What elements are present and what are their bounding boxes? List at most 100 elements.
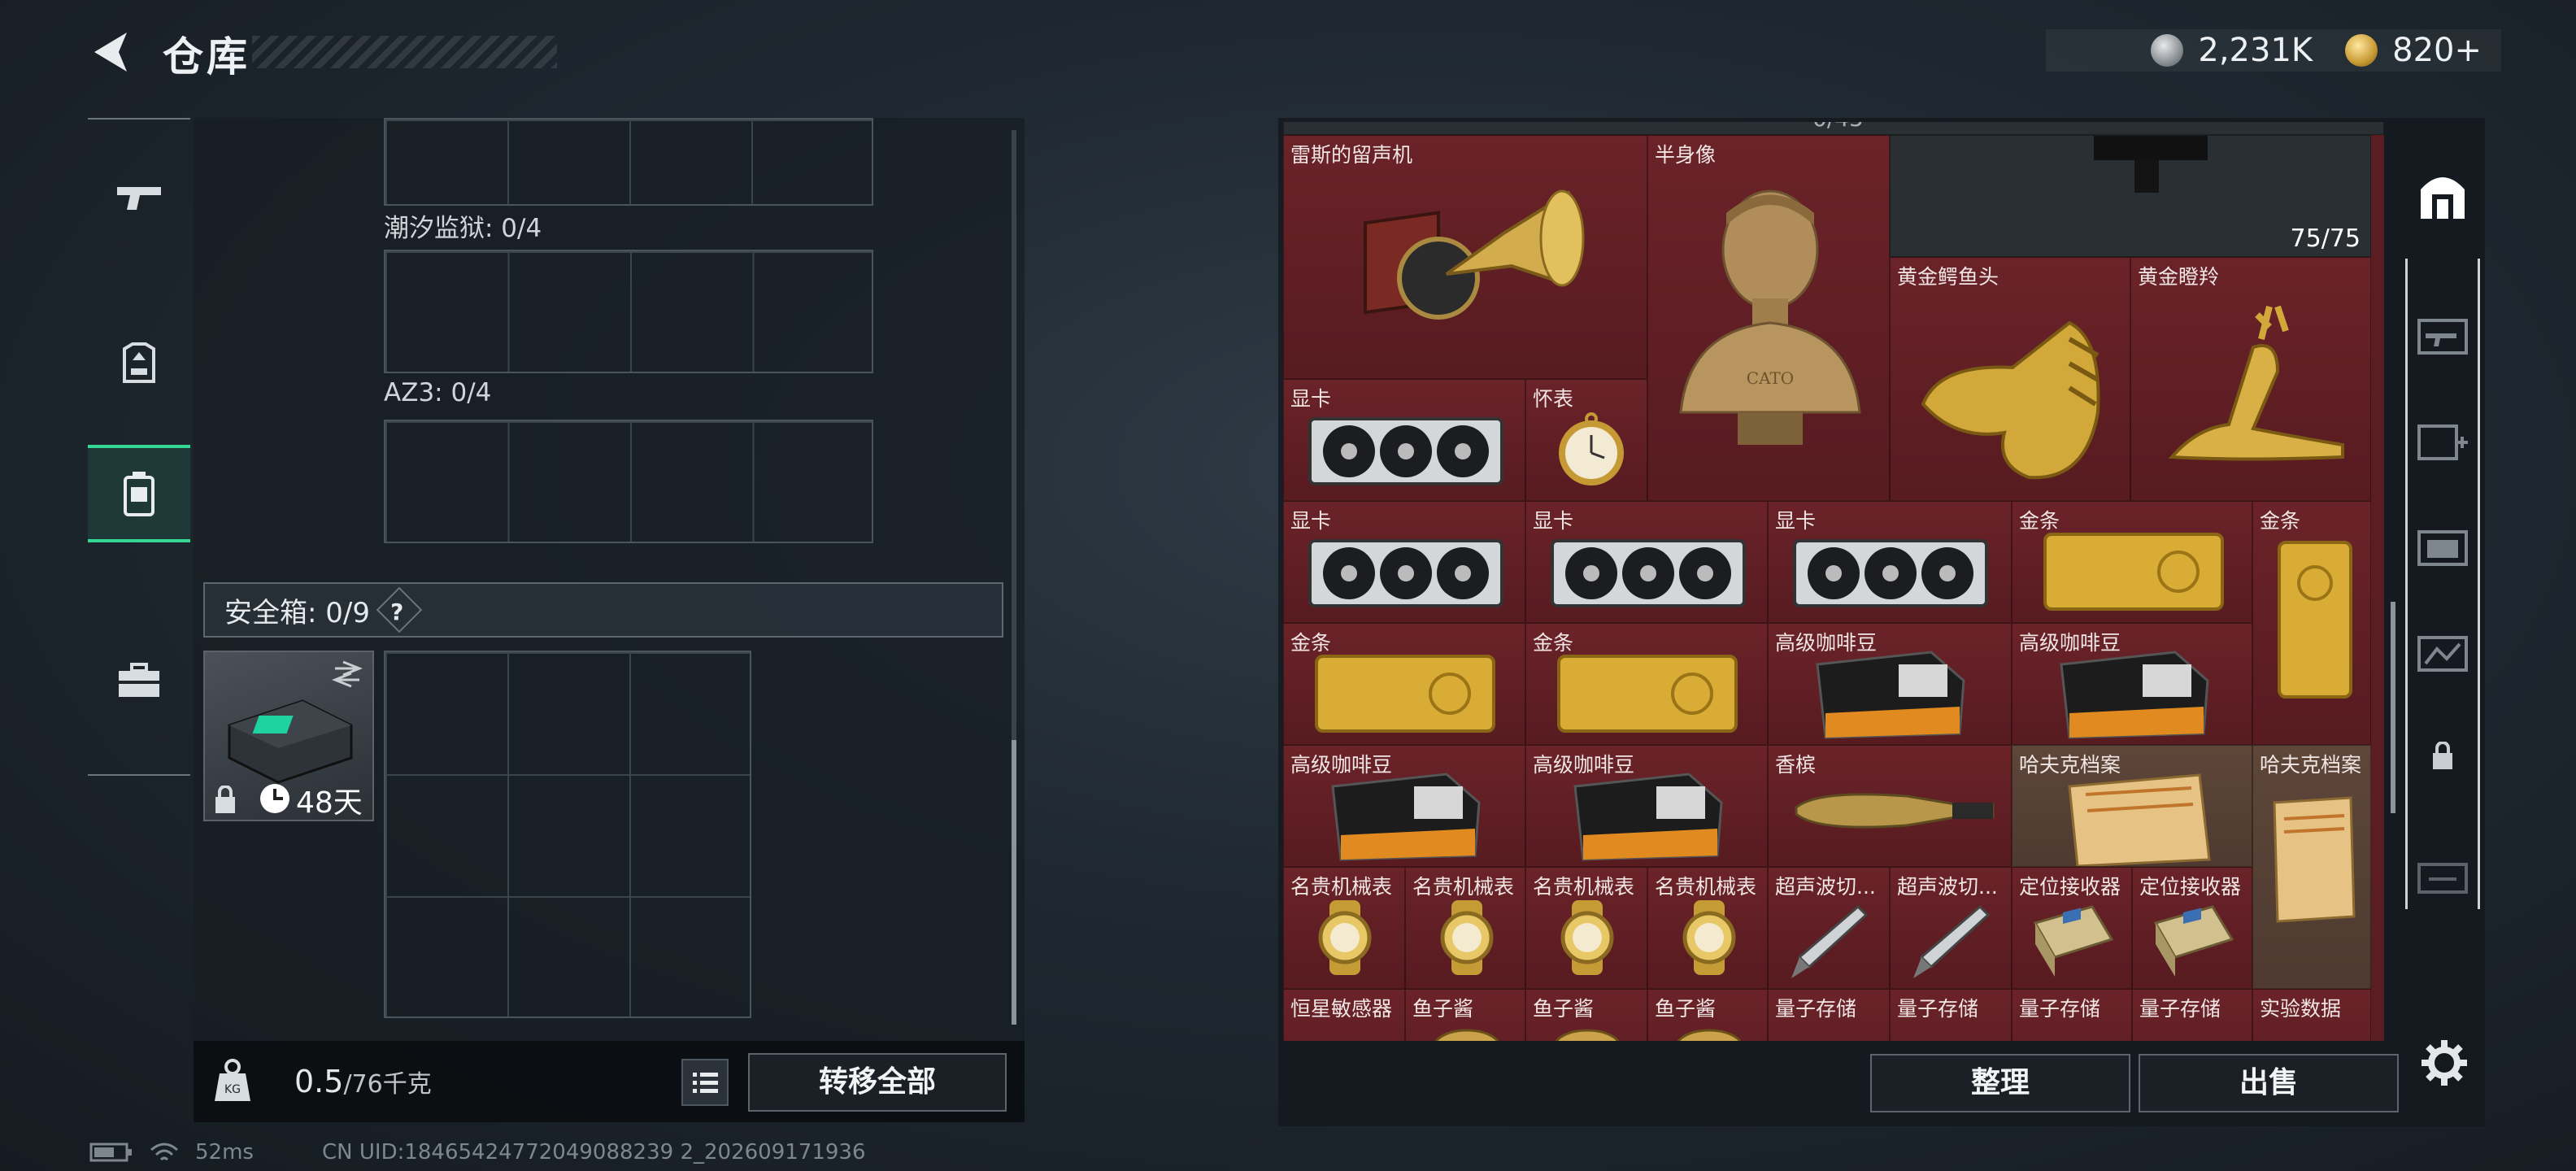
item-cell[interactable]: 高级咖啡豆 bbox=[1283, 745, 1525, 867]
item-cell[interactable]: 显卡 bbox=[1525, 501, 1768, 623]
briefcase-icon bbox=[119, 663, 159, 697]
item-cell[interactable]: 显卡 bbox=[1283, 379, 1525, 501]
weapon-cell[interactable]: 75/75 bbox=[1890, 135, 2371, 257]
gpu-icon bbox=[1551, 539, 1746, 607]
lock-icon bbox=[2433, 742, 2452, 769]
item-cell[interactable]: 半身像 CATO bbox=[1647, 135, 1890, 501]
battery-icon bbox=[89, 1143, 132, 1162]
item-cell[interactable]: 高级咖啡豆 bbox=[1768, 623, 2012, 745]
tab-folders[interactable] bbox=[2405, 492, 2480, 598]
item-name: 量子存储 bbox=[1897, 997, 1979, 1021]
gpu-icon bbox=[1308, 417, 1503, 485]
folder-icon bbox=[2273, 796, 2356, 923]
item-name: 量子存储 bbox=[1775, 997, 1857, 1021]
item-cell[interactable]: 名贵机械表 bbox=[1283, 867, 1405, 989]
grid-tidal-prison[interactable] bbox=[384, 250, 873, 373]
storage-top-row: 0/45 bbox=[1283, 122, 2384, 135]
item-cell[interactable]: 量子存储 bbox=[1768, 989, 1890, 1041]
item-cell[interactable]: 金条 bbox=[2252, 501, 2371, 745]
gold-bar-icon bbox=[2278, 541, 2352, 699]
item-cell[interactable]: 名贵机械表 bbox=[1525, 867, 1647, 989]
transfer-all-button[interactable]: 转移全部 bbox=[748, 1053, 1007, 1112]
list-view-button[interactable] bbox=[681, 1059, 729, 1106]
item-cell[interactable]: 怀表 bbox=[1525, 379, 1647, 501]
item-name: 显卡 bbox=[1775, 509, 1817, 533]
item-cell[interactable]: 恒星敏感器 bbox=[1283, 989, 1405, 1041]
watch-icon bbox=[1560, 900, 1614, 975]
item-cell[interactable]: 名贵机械表 bbox=[1405, 867, 1525, 989]
item-cell[interactable]: 量子存储 bbox=[1890, 989, 2012, 1041]
item-cell[interactable]: 显卡 bbox=[1768, 501, 2012, 623]
grid-az3[interactable] bbox=[384, 420, 873, 543]
item-name: 鱼子酱 bbox=[1533, 997, 1595, 1021]
item-cell[interactable]: 鱼子酱 bbox=[1525, 989, 1647, 1041]
item-cell[interactable]: 雷斯的留声机 bbox=[1283, 135, 1647, 379]
backpack-icon bbox=[124, 472, 154, 516]
item-cell[interactable]: 哈夫克档案 bbox=[2012, 745, 2252, 867]
gear-icon[interactable] bbox=[2418, 1037, 2470, 1089]
item-name: 名贵机械表 bbox=[1533, 875, 1635, 899]
item-cell[interactable]: 名贵机械表 bbox=[1647, 867, 1768, 989]
item-name: 恒星敏感器 bbox=[1290, 997, 1393, 1021]
item-name: 显卡 bbox=[1290, 509, 1332, 533]
arrange-button[interactable]: 整理 bbox=[1870, 1054, 2130, 1112]
help-button[interactable]: ? bbox=[376, 586, 423, 633]
item-cell[interactable]: 实验数据 bbox=[2252, 989, 2371, 1041]
tab-expand[interactable] bbox=[2405, 825, 2480, 931]
tab-locked[interactable] bbox=[2405, 703, 2480, 809]
gold-amount[interactable]: 820+ bbox=[2392, 32, 2482, 69]
caviar-icon bbox=[1555, 1029, 1620, 1041]
item-cell[interactable]: 定位接收器 bbox=[2012, 867, 2132, 989]
grid-safe-box[interactable] bbox=[384, 651, 751, 1018]
item-cell[interactable]: 高级咖啡豆 bbox=[1525, 745, 1768, 867]
title-decoration bbox=[252, 36, 557, 68]
item-name: 量子存储 bbox=[2019, 997, 2101, 1021]
item-cell[interactable]: 鱼子酱 bbox=[1647, 989, 1768, 1041]
storage-grid: 0/45 雷斯的留声机 半身像 CATO 75/75 黄金鳄鱼头 bbox=[1283, 122, 2384, 1041]
warehouse-icon bbox=[2421, 177, 2465, 219]
item-name: 鱼子酱 bbox=[1655, 997, 1717, 1021]
silver-coin-icon bbox=[2151, 34, 2184, 67]
tab-all[interactable] bbox=[2405, 142, 2480, 248]
safe-box-timer: 48天 bbox=[296, 786, 363, 820]
item-cell[interactable]: 黄金鳄鱼头 bbox=[1890, 257, 2130, 501]
item-cell[interactable]: 量子存储 bbox=[2132, 989, 2252, 1041]
storage-filter-tabs bbox=[2405, 118, 2480, 1061]
nav-backpack[interactable] bbox=[88, 445, 190, 542]
ping-text: 52ms bbox=[195, 1140, 254, 1164]
left-scrollbar-thumb[interactable] bbox=[1012, 740, 1016, 1025]
watch-icon bbox=[1318, 900, 1372, 975]
item-cell[interactable]: 显卡 bbox=[1283, 501, 1525, 623]
grid-top[interactable] bbox=[384, 118, 873, 206]
nav-case[interactable] bbox=[88, 632, 190, 729]
item-cell[interactable]: 量子存储 bbox=[2012, 989, 2132, 1041]
item-cell[interactable]: 定位接收器 bbox=[2132, 867, 2252, 989]
item-cell[interactable]: 香槟 bbox=[1768, 745, 2012, 867]
tab-add-storage[interactable] bbox=[2405, 386, 2480, 492]
nav-weapon[interactable] bbox=[88, 148, 190, 246]
item-cell[interactable]: 鱼子酱 bbox=[1405, 989, 1525, 1041]
item-cell[interactable]: 超声波切... bbox=[1890, 867, 2012, 989]
nav-armor[interactable] bbox=[88, 315, 190, 412]
coffee-bag-icon bbox=[1331, 773, 1481, 861]
lock-icon bbox=[215, 786, 235, 813]
rifle-icon bbox=[2094, 136, 2208, 193]
section-label-az3: AZ3: 0/4 bbox=[384, 378, 492, 407]
gold-bar-icon bbox=[2043, 533, 2224, 611]
item-name: 黄金鳄鱼头 bbox=[1897, 265, 1999, 289]
item-name: 名贵机械表 bbox=[1290, 875, 1393, 899]
cutter-icon bbox=[1791, 904, 1869, 978]
item-cell[interactable]: 哈夫克档案 bbox=[2252, 745, 2371, 989]
back-arrow-icon[interactable] bbox=[88, 28, 137, 76]
tab-weapons[interactable] bbox=[2405, 281, 2480, 386]
gold-bar-icon bbox=[1315, 655, 1495, 733]
storage-scrollbar-thumb[interactable] bbox=[2391, 602, 2395, 813]
sell-button[interactable]: 出售 bbox=[2139, 1054, 2399, 1112]
item-cell[interactable]: 金条 bbox=[1525, 623, 1768, 745]
item-cell[interactable]: 高级咖啡豆 bbox=[2012, 623, 2252, 745]
item-cell[interactable]: 金条 bbox=[1283, 623, 1525, 745]
item-cell[interactable]: 金条 bbox=[2012, 501, 2252, 623]
item-cell[interactable]: 黄金瞪羚 bbox=[2130, 257, 2371, 501]
item-cell[interactable]: 超声波切... bbox=[1768, 867, 1890, 989]
tab-gallery[interactable] bbox=[2405, 598, 2480, 703]
